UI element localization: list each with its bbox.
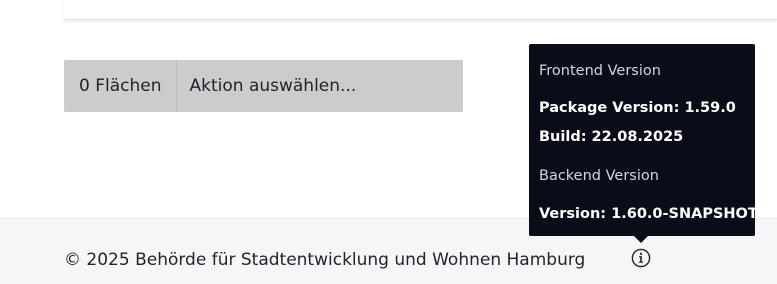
backend-version-text: Version: 1.60.0-SNAPSHOT: [539, 206, 758, 222]
copyright-text: © 2025 Behörde für Stadtentwicklung und …: [64, 250, 586, 270]
version-tooltip: Frontend Version Package Version: 1.59.0…: [529, 44, 758, 243]
frontend-version-heading: Frontend Version: [539, 63, 661, 79]
content-card: [64, 0, 777, 20]
package-version-text: Package Version: 1.59.0: [539, 100, 736, 116]
build-date-text: Build: 22.08.2025: [539, 129, 684, 145]
backend-version-heading: Backend Version: [539, 168, 659, 184]
action-select-dropdown[interactable]: Aktion auswählen...: [177, 60, 464, 112]
selection-action-bar: 0 Flächen Aktion auswählen...: [64, 60, 463, 112]
info-circle-icon[interactable]: [631, 248, 651, 268]
selected-areas-count: 0 Flächen: [64, 60, 177, 112]
